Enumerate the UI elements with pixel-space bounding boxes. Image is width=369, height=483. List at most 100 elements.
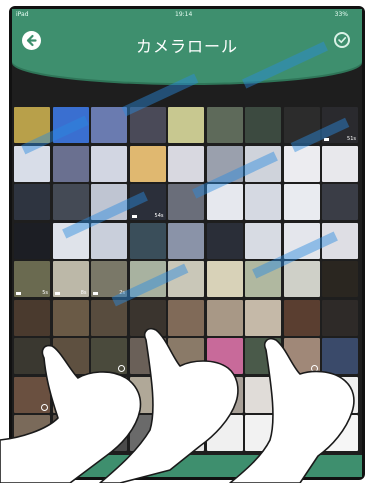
- photo-thumbnail[interactable]: [52, 376, 89, 413]
- photo-thumbnail[interactable]: [52, 338, 89, 374]
- select-circle-icon[interactable]: [310, 365, 318, 372]
- photo-thumbnail[interactable]: [129, 415, 166, 451]
- photo-thumbnail[interactable]: [52, 107, 89, 143]
- photo-thumbnail[interactable]: [206, 299, 243, 336]
- photo-thumbnail[interactable]: [206, 415, 243, 451]
- photo-thumbnail[interactable]: [91, 299, 127, 336]
- photo-thumbnail[interactable]: [322, 184, 358, 220]
- photo-thumbnail[interactable]: [245, 107, 281, 143]
- photo-thumbnail[interactable]: [168, 376, 204, 413]
- photo-thumbnail[interactable]: [245, 299, 281, 336]
- photo-thumbnail[interactable]: [283, 376, 320, 413]
- photo-thumbnail[interactable]: [245, 145, 281, 182]
- select-circle-icon[interactable]: [195, 365, 202, 372]
- photo-thumbnail[interactable]: [14, 338, 50, 374]
- photo-thumbnail[interactable]: [129, 376, 166, 413]
- video-camera-icon: [16, 292, 21, 295]
- photo-thumbnail[interactable]: [206, 222, 243, 259]
- photo-thumbnail[interactable]: [52, 415, 89, 451]
- photo-thumbnail[interactable]: [322, 415, 358, 451]
- photo-thumbnail[interactable]: [52, 299, 89, 336]
- photo-thumbnail[interactable]: [14, 299, 50, 336]
- photo-thumbnail[interactable]: [283, 415, 320, 451]
- video-camera-icon: [54, 292, 60, 295]
- photo-thumbnail[interactable]: [91, 145, 127, 182]
- photo-thumbnail[interactable]: 8s: [52, 261, 89, 297]
- photo-thumbnail[interactable]: [245, 376, 281, 413]
- status-battery: 33%: [334, 11, 348, 18]
- photo-thumbnail[interactable]: [245, 415, 281, 451]
- video-duration: 8s: [80, 290, 87, 296]
- photo-thumbnail[interactable]: [322, 145, 358, 182]
- select-circle-icon[interactable]: [79, 403, 87, 411]
- photo-thumbnail[interactable]: [168, 415, 204, 451]
- photo-thumbnail[interactable]: [129, 107, 166, 143]
- photo-thumbnail[interactable]: [206, 145, 243, 182]
- photo-thumbnail[interactable]: [206, 261, 243, 297]
- photo-thumbnail[interactable]: [283, 107, 320, 143]
- photo-thumbnail[interactable]: [245, 261, 281, 297]
- photo-thumbnail[interactable]: [283, 222, 320, 259]
- photo-thumbnail[interactable]: 2s: [91, 261, 127, 297]
- photo-thumbnail[interactable]: [168, 222, 204, 259]
- tablet-frame: iPad 19:14 33% カメラロール 51s 54s 5s 8s 2s: [9, 6, 365, 480]
- photo-thumbnail[interactable]: [206, 376, 243, 413]
- photo-thumbnail[interactable]: [206, 107, 243, 143]
- photo-thumbnail[interactable]: [91, 376, 127, 413]
- photo-thumbnail[interactable]: [14, 376, 50, 413]
- photo-thumbnail[interactable]: [14, 145, 50, 182]
- photo-thumbnail[interactable]: 51s: [322, 107, 358, 143]
- photo-thumbnail[interactable]: [91, 222, 127, 259]
- photo-thumbnail[interactable]: [129, 261, 166, 297]
- photo-thumbnail[interactable]: 54s: [129, 184, 166, 220]
- photo-thumbnail[interactable]: [283, 261, 320, 297]
- photo-thumbnail[interactable]: [14, 415, 50, 451]
- checklist-icon[interactable]: [18, 458, 32, 474]
- status-bar: iPad 19:14 33%: [12, 9, 362, 21]
- photo-thumbnail[interactable]: [168, 184, 204, 220]
- photo-thumbnail[interactable]: [91, 107, 127, 143]
- select-circle-icon[interactable]: [118, 365, 125, 372]
- photo-thumbnail[interactable]: [129, 222, 166, 259]
- photo-thumbnail[interactable]: [14, 107, 50, 143]
- photo-thumbnail[interactable]: [322, 299, 358, 336]
- photo-thumbnail[interactable]: [206, 184, 243, 220]
- photo-thumbnail[interactable]: [245, 222, 281, 259]
- photo-thumbnail[interactable]: [283, 145, 320, 182]
- photo-thumbnail[interactable]: [14, 222, 50, 259]
- video-camera-icon: [131, 215, 137, 218]
- bottom-toolbar: [12, 455, 362, 477]
- photo-thumbnail[interactable]: [129, 299, 166, 336]
- photo-thumbnail[interactable]: [168, 299, 204, 336]
- page-title: カメラロール: [135, 37, 238, 56]
- photo-thumbnail[interactable]: [322, 222, 358, 259]
- photo-thumbnail[interactable]: [168, 145, 204, 182]
- photo-thumbnail[interactable]: [283, 184, 320, 220]
- photo-thumbnail[interactable]: [322, 376, 358, 413]
- photo-thumbnail[interactable]: [245, 184, 281, 220]
- photo-thumbnail[interactable]: [14, 184, 50, 220]
- photo-thumbnail[interactable]: [168, 261, 204, 297]
- photo-thumbnail[interactable]: [283, 299, 320, 336]
- select-circle-icon[interactable]: [41, 403, 48, 411]
- photo-thumbnail[interactable]: [322, 338, 358, 374]
- photo-thumbnail[interactable]: [129, 338, 166, 374]
- photo-thumbnail[interactable]: [168, 338, 204, 374]
- header: カメラロール: [12, 21, 362, 83]
- photo-thumbnail[interactable]: [52, 145, 89, 182]
- photo-thumbnail[interactable]: [91, 415, 127, 451]
- photo-thumbnail[interactable]: [52, 184, 89, 220]
- photo-thumbnail[interactable]: [322, 261, 358, 297]
- video-camera-icon: [324, 138, 329, 141]
- check-circle-icon[interactable]: [334, 32, 350, 48]
- photo-thumbnail[interactable]: [168, 107, 204, 143]
- photo-thumbnail[interactable]: [206, 338, 243, 374]
- photo-thumbnail[interactable]: [129, 145, 166, 182]
- photo-thumbnail[interactable]: [91, 184, 127, 220]
- photo-thumbnail[interactable]: [283, 338, 320, 374]
- photo-thumbnail[interactable]: [52, 222, 89, 259]
- photo-thumbnail[interactable]: [91, 338, 127, 374]
- photo-thumbnail[interactable]: 5s: [14, 261, 50, 297]
- video-camera-icon: [93, 292, 98, 295]
- photo-thumbnail[interactable]: [245, 338, 281, 374]
